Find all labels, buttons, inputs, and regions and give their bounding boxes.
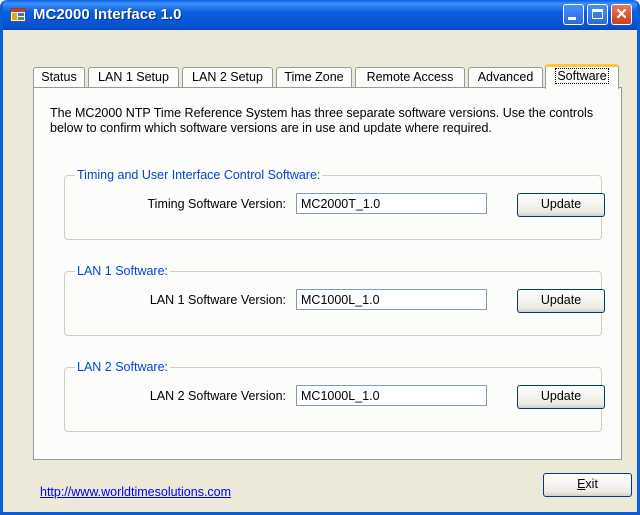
- timing-version-label: Timing Software Version:: [147, 197, 286, 211]
- tab-remote-access[interactable]: Remote Access: [355, 67, 465, 87]
- lan2-version-label: LAN 2 Software Version:: [149, 389, 286, 403]
- minimize-icon: [568, 17, 576, 20]
- group-title: LAN 2 Software:: [75, 360, 171, 374]
- tab-time-zone[interactable]: Time Zone: [276, 67, 352, 87]
- app-window: MC2000 Interface 1.0 ✕ Status LAN 1 Setu…: [0, 0, 640, 515]
- lan2-software-group: LAN 2 Software: LAN 2 Software Version: …: [64, 360, 605, 432]
- group-title: Timing and User Interface Control Softwa…: [75, 168, 323, 182]
- intro-text: The MC2000 NTP Time Reference System has…: [50, 106, 594, 135]
- timing-version-input[interactable]: [296, 193, 487, 214]
- tab-lan1-setup[interactable]: LAN 1 Setup: [88, 67, 179, 87]
- app-icon: [10, 8, 26, 22]
- title-bar[interactable]: MC2000 Interface 1.0 ✕: [3, 0, 637, 30]
- window-title: MC2000 Interface 1.0: [33, 6, 182, 23]
- tab-status[interactable]: Status: [33, 67, 85, 87]
- tab-lan2-setup[interactable]: LAN 2 Setup: [182, 67, 273, 87]
- minimize-button[interactable]: [563, 4, 584, 25]
- maximize-button[interactable]: [587, 4, 608, 25]
- close-icon: ✕: [615, 6, 628, 23]
- software-panel: The MC2000 NTP Time Reference System has…: [33, 87, 622, 460]
- maximize-icon: [592, 9, 603, 19]
- exit-label: xit: [585, 477, 598, 491]
- lan2-version-input[interactable]: [296, 385, 487, 406]
- lan1-update-button[interactable]: Update: [517, 289, 605, 313]
- lan1-version-input[interactable]: [296, 289, 487, 310]
- lan2-update-button[interactable]: Update: [517, 385, 605, 409]
- group-title: LAN 1 Software:: [75, 264, 171, 278]
- lan1-version-label: LAN 1 Software Version:: [149, 293, 286, 307]
- website-link[interactable]: http://www.worldtimesolutions.com: [40, 485, 231, 499]
- lan1-software-group: LAN 1 Software: LAN 1 Software Version: …: [64, 264, 605, 336]
- timing-software-group: Timing and User Interface Control Softwa…: [64, 168, 605, 240]
- close-button[interactable]: ✕: [611, 4, 632, 25]
- timing-update-button[interactable]: Update: [517, 193, 605, 217]
- exit-button[interactable]: Exit: [543, 473, 632, 497]
- tab-advanced[interactable]: Advanced: [468, 67, 543, 87]
- tab-software[interactable]: Software: [545, 64, 619, 89]
